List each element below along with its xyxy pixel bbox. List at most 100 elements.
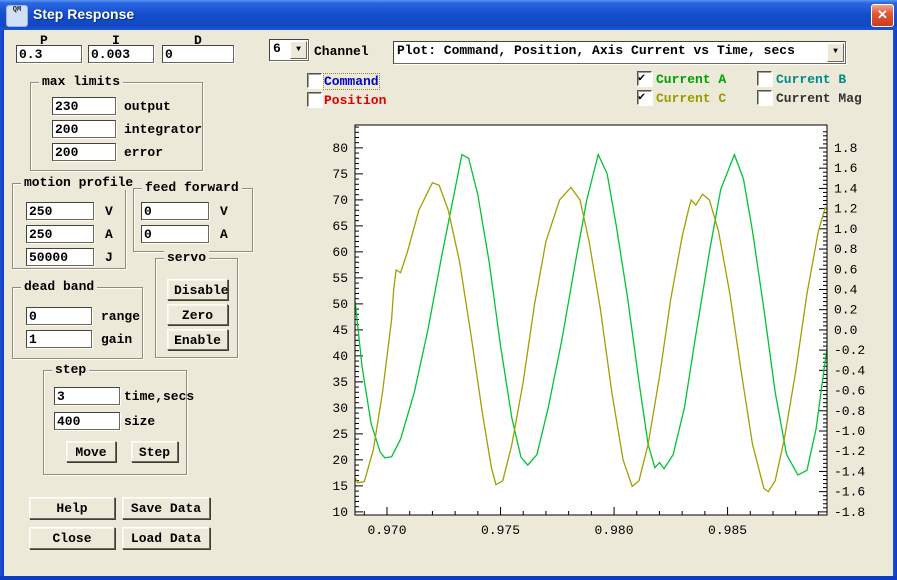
deadband-gain-input[interactable]: [26, 330, 92, 348]
svg-text:-0.4: -0.4: [834, 363, 865, 378]
svg-text:1.6: 1.6: [834, 161, 857, 176]
servo-group: servo Disable Zero Enable: [155, 258, 238, 358]
svg-text:1.4: 1.4: [834, 181, 858, 196]
svg-text:0.980: 0.980: [595, 523, 634, 538]
max-output-label: output: [124, 99, 171, 114]
step-time-input[interactable]: [54, 387, 120, 405]
deadband-gain-label: gain: [101, 332, 132, 347]
ff-v-label: V: [220, 204, 228, 219]
window-border-bottom: [0, 576, 897, 580]
svg-text:0.970: 0.970: [368, 523, 407, 538]
svg-text:15: 15: [332, 479, 348, 494]
svg-text:-1.8: -1.8: [834, 505, 865, 520]
plot-select-value: Plot: Command, Position, Axis Current vs…: [397, 43, 795, 58]
svg-text:35: 35: [332, 375, 348, 390]
check-icon: ✔: [638, 89, 645, 104]
plot-select[interactable]: Plot: Command, Position, Axis Current vs…: [393, 41, 846, 64]
position-checkbox-label[interactable]: Position: [324, 93, 386, 108]
i-input[interactable]: [88, 45, 154, 63]
svg-text:0.2: 0.2: [834, 303, 857, 318]
svg-text:-1.4: -1.4: [834, 464, 865, 479]
motion-j-input[interactable]: [26, 248, 94, 266]
max-limits-title: max limits: [39, 74, 123, 89]
save-data-button[interactable]: Save Data: [122, 497, 210, 519]
svg-text:-1.6: -1.6: [834, 485, 865, 500]
step-button[interactable]: Step: [131, 441, 178, 462]
step-response-window: QM Step Response ✕ P I D 6 ▼ Channel Plo…: [0, 0, 897, 580]
d-input[interactable]: [162, 45, 234, 63]
chevron-down-icon[interactable]: ▼: [290, 41, 307, 59]
channel-value: 6: [273, 41, 281, 56]
close-icon[interactable]: ✕: [871, 4, 894, 27]
check-icon: ✔: [638, 70, 645, 85]
ff-v-input[interactable]: [141, 202, 209, 220]
svg-text:0.0: 0.0: [834, 323, 857, 338]
current-mag-checkbox-label[interactable]: Current Mag: [776, 91, 862, 106]
max-error-input[interactable]: [52, 143, 116, 161]
motion-a-input[interactable]: [26, 225, 94, 243]
svg-text:30: 30: [332, 401, 348, 416]
motion-profile-group: motion profile V A J: [12, 183, 126, 269]
deadband-range-input[interactable]: [26, 307, 92, 325]
current-a-checkbox-label[interactable]: Current A: [656, 72, 726, 87]
chevron-down-icon[interactable]: ▼: [827, 43, 844, 62]
svg-text:25: 25: [332, 427, 348, 442]
motion-a-label: A: [105, 227, 113, 242]
motion-v-label: V: [105, 204, 113, 219]
svg-text:-0.6: -0.6: [834, 384, 865, 399]
current-mag-checkbox[interactable]: ✔: [757, 90, 772, 105]
svg-text:-0.2: -0.2: [834, 343, 865, 358]
svg-text:80: 80: [332, 141, 348, 156]
window-title: Step Response: [33, 6, 134, 22]
channel-select[interactable]: 6 ▼: [269, 39, 309, 61]
svg-text:10: 10: [332, 505, 348, 520]
title-bar: QM Step Response ✕: [0, 0, 897, 30]
servo-disable-button[interactable]: Disable: [167, 279, 228, 300]
command-checkbox-label[interactable]: Command: [324, 74, 379, 89]
ff-a-input[interactable]: [141, 225, 209, 243]
servo-title: servo: [164, 250, 209, 265]
svg-text:20: 20: [332, 453, 348, 468]
svg-text:65: 65: [332, 219, 348, 234]
motion-profile-title: motion profile: [21, 175, 136, 190]
current-b-checkbox[interactable]: ✔: [757, 71, 772, 86]
step-response-plot: 101520253035404550556065707580-1.8-1.6-1…: [290, 115, 897, 560]
current-a-checkbox[interactable]: ✔: [637, 71, 652, 86]
move-button[interactable]: Move: [66, 441, 116, 462]
position-checkbox[interactable]: ✔: [307, 92, 322, 107]
svg-text:45: 45: [332, 323, 348, 338]
p-input[interactable]: [16, 45, 82, 63]
step-size-input[interactable]: [54, 412, 120, 430]
svg-text:55: 55: [332, 271, 348, 286]
svg-text:0.6: 0.6: [834, 262, 857, 277]
feed-forward-group: feed forward V A: [133, 188, 253, 252]
step-size-label: size: [124, 414, 155, 429]
svg-text:-1.2: -1.2: [834, 444, 865, 459]
dead-band-group: dead band range gain: [12, 287, 143, 359]
current-c-checkbox[interactable]: ✔: [637, 90, 652, 105]
max-error-label: error: [124, 145, 163, 160]
step-title: step: [52, 362, 89, 377]
svg-text:0.985: 0.985: [708, 523, 747, 538]
max-output-input[interactable]: [52, 97, 116, 115]
svg-text:-1.0: -1.0: [834, 424, 865, 439]
deadband-range-label: range: [101, 309, 140, 324]
motion-j-label: J: [105, 250, 113, 265]
current-b-checkbox-label[interactable]: Current B: [776, 72, 846, 87]
servo-enable-button[interactable]: Enable: [167, 329, 228, 350]
close-button[interactable]: Close: [29, 527, 115, 549]
svg-text:60: 60: [332, 245, 348, 260]
motion-v-input[interactable]: [26, 202, 94, 220]
svg-text:70: 70: [332, 193, 348, 208]
command-checkbox[interactable]: ✔: [307, 73, 322, 88]
load-data-button[interactable]: Load Data: [122, 527, 210, 549]
current-c-checkbox-label[interactable]: Current C: [656, 91, 726, 106]
servo-zero-button[interactable]: Zero: [167, 304, 228, 325]
max-integrator-input[interactable]: [52, 120, 116, 138]
app-icon: QM: [6, 5, 28, 27]
max-integrator-label: integrator: [124, 122, 202, 137]
svg-text:-0.8: -0.8: [834, 404, 865, 419]
svg-text:50: 50: [332, 297, 348, 312]
svg-text:1.2: 1.2: [834, 202, 857, 217]
help-button[interactable]: Help: [29, 497, 115, 519]
